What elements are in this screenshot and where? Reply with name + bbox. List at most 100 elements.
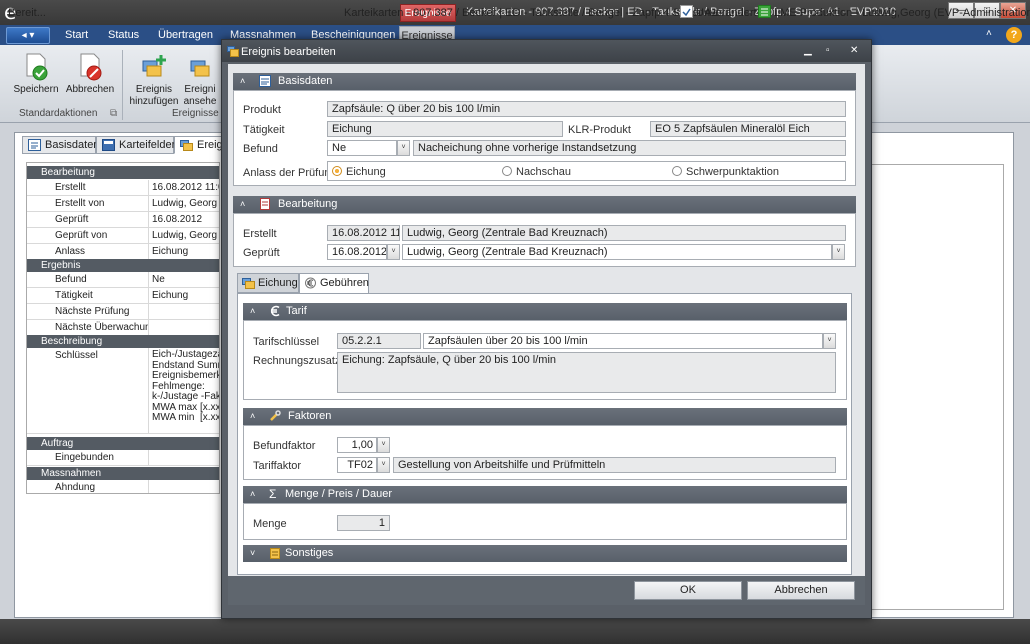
anlass-option-nachschau-label[interactable]: Nachschau	[516, 166, 571, 178]
add-event-label-line2: hinzufügen	[129, 96, 179, 107]
tarifschluessel-code-field: 05.2.2.1	[337, 333, 421, 349]
dialog-title: Ereignis bearbeiten	[241, 46, 336, 58]
status-user-text: LME Produktion - Ludwig,Georg (EVP-Admin…	[774, 7, 1030, 19]
grid-row[interactable]: SchlüsselEich-/Justagezä Endstand Summ E…	[27, 348, 219, 434]
dialog-minimize-button[interactable]: ▁	[804, 45, 812, 56]
add-event-button[interactable]: Ereignis hinzufügen	[126, 52, 182, 108]
dialog-maximize-button[interactable]: ▫	[826, 45, 830, 56]
card-fields-icon	[102, 139, 115, 151]
ok-button[interactable]: OK	[634, 581, 742, 600]
grid-row[interactable]: Ahndung	[27, 480, 219, 493]
tarifschluessel-label: Tarifschlüssel	[253, 336, 320, 348]
tariffaktor-text-field: Gestellung von Arbeitshilfe und Prüfmitt…	[393, 457, 836, 473]
anlass-option-eichung-label[interactable]: Eichung	[346, 166, 386, 178]
ribbon-group-standardaktionen: Standardaktionen	[19, 108, 98, 119]
section-bearbeitung-header[interactable]: ˄ Bearbeitung	[233, 196, 856, 213]
section-bearbeitung-title: Bearbeitung	[278, 198, 338, 210]
menge-field[interactable]: 1	[337, 515, 390, 531]
view-event-button[interactable]: Ereigni ansehe	[180, 52, 220, 108]
anlass-radio-eichung[interactable]	[332, 166, 342, 176]
section-tarif-header[interactable]: ˄ Tarif	[243, 303, 847, 320]
abbrechen-button[interactable]: Abbrechen	[747, 581, 855, 600]
grid-row[interactable]: Befund Ne	[27, 272, 219, 288]
ribbon-separator	[122, 50, 123, 120]
save-button[interactable]: Speichern	[8, 52, 64, 96]
taetigkeit-label: Tätigkeit	[243, 124, 285, 136]
grid-value: 16.08.2012	[152, 214, 203, 225]
anlass-radio-nachschau[interactable]	[502, 166, 512, 176]
production-db-icon	[758, 5, 771, 18]
ribbon-tab-status[interactable]: Status	[108, 29, 139, 41]
add-event-icon	[139, 52, 169, 82]
befundfaktor-dropdown[interactable]: 1,00	[337, 437, 377, 453]
grid-row[interactable]: Geprüft 16.08.2012	[27, 212, 219, 228]
befund-dropdown-arrow-icon[interactable]: ˅	[397, 140, 410, 156]
collapse-chevron-icon[interactable]: ˄	[250, 486, 255, 503]
grid-row[interactable]: Nächste Prüfung	[27, 304, 219, 320]
ribbon-tab-start[interactable]: Start	[65, 29, 88, 41]
anlass-radio-schwerpunktaktion[interactable]	[672, 166, 682, 176]
tab-basisdaten[interactable]: Basisdaten	[22, 136, 99, 154]
collapse-chevron-icon[interactable]: ˄	[250, 408, 255, 425]
tarifschluessel-dropdown[interactable]: Zapfsäulen über 20 bis 100 l/min	[423, 333, 823, 349]
sigma-icon: Σ	[269, 487, 277, 501]
grid-section-bearbeitung[interactable]: Bearbeitung	[27, 166, 219, 179]
grid-row[interactable]: Eingebunden	[27, 450, 219, 466]
form-icon	[28, 139, 41, 151]
grid-row[interactable]: Tätigkeit Eichung	[27, 288, 219, 304]
tariffaktor-dropdown[interactable]: TF02	[337, 457, 377, 473]
taetigkeit-field[interactable]: Eichung	[327, 121, 563, 137]
tab-gebuehren[interactable]: Gebühren	[299, 273, 369, 294]
ribbon-collapse-icon[interactable]: ˄	[986, 28, 992, 39]
erstellt-date-field: 16.08.2012 11:00	[327, 225, 400, 241]
help-icon[interactable]: ?	[1006, 27, 1022, 43]
app-menu-button[interactable]: ◂ ▾	[6, 27, 50, 44]
grid-key: Ahndung	[55, 480, 149, 493]
grid-section-ergebnis[interactable]: Ergebnis	[27, 259, 219, 272]
geprueft-date-arrow-icon[interactable]: ˅	[387, 244, 400, 260]
section-sonstiges-title: Sonstiges	[285, 547, 334, 559]
grid-value: Ne	[152, 274, 165, 285]
view-event-label-line1: Ereigni	[184, 84, 216, 95]
tab-karteifelder[interactable]: Karteifelder	[96, 136, 175, 154]
tariffaktor-arrow-icon[interactable]: ˅	[377, 457, 390, 473]
grid-row[interactable]: Anlass Eichung	[27, 244, 219, 260]
ribbon-tab-uebertragen[interactable]: Übertragen	[158, 29, 213, 41]
anlass-option-schwerpunktaktion-label[interactable]: Schwerpunktaktion	[686, 166, 779, 178]
geprueft-by-dropdown[interactable]: Ludwig, Georg (Zentrale Bad Kreuznach)	[402, 244, 832, 260]
grid-row[interactable]: Nächste Überwachung	[27, 320, 219, 336]
group-launcher-icon[interactable]: ⧉	[110, 108, 117, 119]
section-sonstiges-header[interactable]: ˅ Sonstiges	[243, 545, 847, 562]
cancel-button[interactable]: Abbrechen	[62, 52, 118, 96]
tab-eichung[interactable]: Eichung	[237, 273, 299, 293]
grid-key: Geprüft	[55, 212, 149, 227]
status-ready-text: Bereit...	[8, 7, 46, 19]
collapse-chevron-icon[interactable]: ˄	[240, 196, 245, 213]
grid-row[interactable]: Erstellt16.08.2012 11:00	[27, 180, 219, 196]
collapse-chevron-icon[interactable]: ˄	[250, 303, 255, 320]
section-faktoren-header[interactable]: ˄ Faktoren	[243, 408, 847, 425]
befund-dropdown[interactable]: Ne	[327, 140, 397, 156]
grid-section-auftrag[interactable]: Auftrag	[27, 437, 219, 450]
dialog-close-button[interactable]: ✕	[850, 45, 858, 56]
grid-row[interactable]: Erstellt von Ludwig, Georg	[27, 196, 219, 212]
expand-chevron-icon[interactable]: ˅	[250, 545, 255, 562]
klr-produkt-field[interactable]: EO 5 Zapfsäulen Mineralöl Eich	[650, 121, 846, 137]
unchanged-state-icon	[680, 5, 693, 18]
section-basisdaten-header[interactable]: ˄ Basisdaten	[233, 73, 856, 90]
geprueft-by-arrow-icon[interactable]: ˅	[832, 244, 845, 260]
tab-ereignisse[interactable]: Ereign	[174, 136, 229, 154]
grid-section-massnahmen[interactable]: Massnahmen	[27, 467, 219, 480]
grid-key: Nächste Prüfung	[55, 304, 149, 319]
grid-row[interactable]: Geprüft von Ludwig, Georg	[27, 228, 219, 244]
tab-gebuehren-label: Gebühren	[320, 277, 369, 289]
rechnungszusatz-textarea[interactable]: Eichung: Zapfsäule, Q über 20 bis 100 l/…	[337, 352, 836, 393]
geprueft-date-picker[interactable]: 16.08.2012	[327, 244, 387, 260]
collapse-chevron-icon[interactable]: ˄	[240, 73, 245, 90]
befundfaktor-arrow-icon[interactable]: ˅	[377, 437, 390, 453]
grid-section-beschreibung[interactable]: Beschreibung	[27, 335, 219, 348]
produkt-field[interactable]: Zapfsäule: Q über 20 bis 100 l/min	[327, 101, 846, 117]
grid-key: Anlass	[55, 244, 149, 259]
tarifschluessel-arrow-icon[interactable]: ˅	[823, 333, 836, 349]
section-menge-header[interactable]: ˄ Σ Menge / Preis / Dauer	[243, 486, 847, 503]
